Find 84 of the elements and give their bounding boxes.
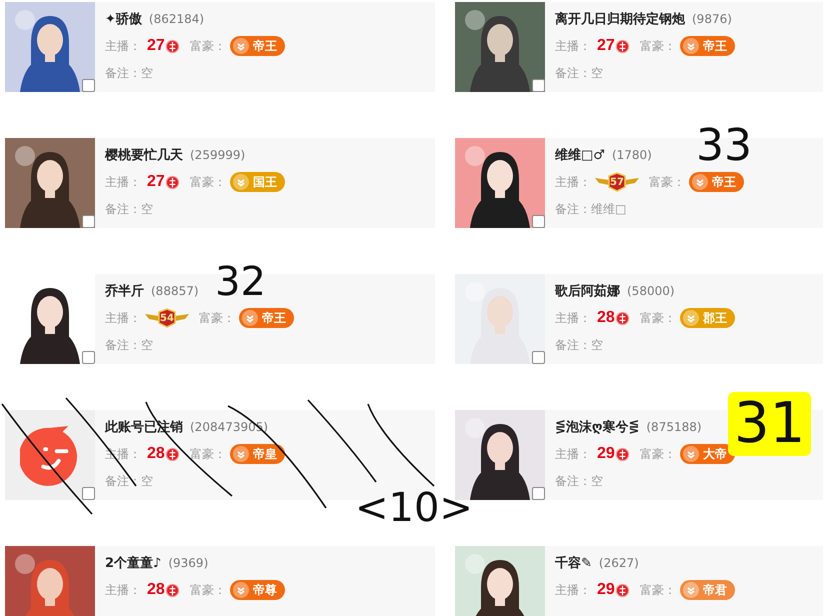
wealth-badge: 国王 <box>230 172 285 192</box>
wealth-badge: 帝皇 <box>230 444 285 464</box>
anchor-label: 主播： <box>105 38 141 54</box>
remark-text: 备注：维维□ <box>555 200 626 218</box>
level-medal: 54 <box>145 308 189 328</box>
wealth-label: 富豪： <box>199 310 235 326</box>
select-checkbox[interactable] <box>532 351 545 364</box>
select-checkbox[interactable] <box>532 215 545 228</box>
anchor-level: 27 <box>147 37 165 55</box>
crown-icon <box>164 446 180 462</box>
anchor-level: 27 <box>597 37 615 55</box>
user-name: 樱桃要忙几天 <box>105 147 183 164</box>
wealth-badge: 帝王 <box>689 172 744 192</box>
wealth-label: 富豪： <box>640 446 676 462</box>
select-checkbox[interactable] <box>82 487 95 500</box>
user-id: (88857) <box>151 284 199 298</box>
wealth-badge: 帝王 <box>239 308 294 328</box>
crown-icon <box>614 38 630 54</box>
user-name: 维维□♂ <box>555 146 605 164</box>
anchor-label: 主播： <box>555 446 591 462</box>
crown-icon <box>614 582 630 598</box>
remark-text: 备注：空 <box>105 64 153 82</box>
user-name: ⋚泡沫ღ寒兮⋚ <box>555 418 640 436</box>
anchor-label: 主播： <box>105 582 141 598</box>
select-checkbox[interactable] <box>82 215 95 228</box>
highlighted-handwritten-number: 31 <box>728 392 812 456</box>
user-id: (259999) <box>190 148 246 162</box>
remark-text: 备注：空 <box>555 336 603 354</box>
wealth-label: 富豪： <box>190 446 226 462</box>
remark-text: 备注：空 <box>105 200 153 218</box>
anchor-label: 主播： <box>555 174 591 190</box>
wealth-label: 富豪： <box>649 174 685 190</box>
user-id: (875188) <box>646 420 702 434</box>
handwritten-number: <10> <box>355 488 473 528</box>
remark-text: 备注：空 <box>555 472 603 490</box>
select-checkbox[interactable] <box>82 351 95 364</box>
anchor-label: 主播： <box>555 38 591 54</box>
user-name: 离开几日归期待定钢炮 <box>555 10 685 28</box>
select-checkbox[interactable] <box>532 79 545 92</box>
anchor-level: 29 <box>597 445 615 463</box>
remark-text: 备注：空 <box>555 64 603 82</box>
crown-icon <box>614 310 630 326</box>
user-id: (9876) <box>692 12 732 26</box>
anchor-label: 主播： <box>105 310 141 326</box>
user-id: (1780) <box>612 148 652 162</box>
wealth-badge: 帝尊 <box>230 580 285 600</box>
user-id: (58000) <box>627 284 675 298</box>
anchor-label: 主播： <box>555 310 591 326</box>
anchor-level: 28 <box>147 581 165 599</box>
anchor-level: 28 <box>597 309 615 327</box>
level-medal: 57 <box>595 172 639 192</box>
user-name: 2个童童♪ <box>105 554 162 572</box>
wealth-badge: 郡王 <box>680 308 735 328</box>
remark-text: 备注：空 <box>105 336 153 354</box>
handwritten-number: 32 <box>215 262 266 302</box>
anchor-label: 主播： <box>105 174 141 190</box>
wealth-badge: 大帝 <box>680 444 735 464</box>
wealth-label: 富豪： <box>190 582 226 598</box>
anchor-level: 27 <box>147 173 165 191</box>
handwritten-number: 33 <box>696 124 752 168</box>
crown-icon <box>614 446 630 462</box>
wealth-label: 富豪： <box>190 38 226 54</box>
crown-icon <box>164 582 180 598</box>
wealth-label: 富豪： <box>640 582 676 598</box>
wealth-badge: 帝君 <box>680 580 735 600</box>
user-id: (862184) <box>148 12 204 26</box>
user-name: 乔半斤 <box>105 282 144 300</box>
wealth-badge: 帝王 <box>230 36 285 56</box>
anchor-label: 主播： <box>555 582 591 598</box>
user-id: (2627) <box>598 556 639 570</box>
anchor-level: 28 <box>147 445 165 463</box>
crown-icon <box>164 174 180 190</box>
user-name: ✦骄傲 <box>105 11 142 28</box>
wealth-label: 富豪： <box>640 310 676 326</box>
wealth-label: 富豪： <box>640 38 676 54</box>
select-checkbox[interactable] <box>82 79 95 92</box>
select-checkbox[interactable] <box>532 487 545 500</box>
user-name: 歌后阿茹娜 <box>555 282 620 300</box>
user-id: (9369) <box>168 556 208 570</box>
crown-icon <box>164 38 180 54</box>
wealth-label: 富豪： <box>190 174 226 190</box>
anchor-level: 29 <box>597 581 615 599</box>
user-name: 千容✎ <box>555 554 592 572</box>
wealth-badge: 帝王 <box>680 36 735 56</box>
